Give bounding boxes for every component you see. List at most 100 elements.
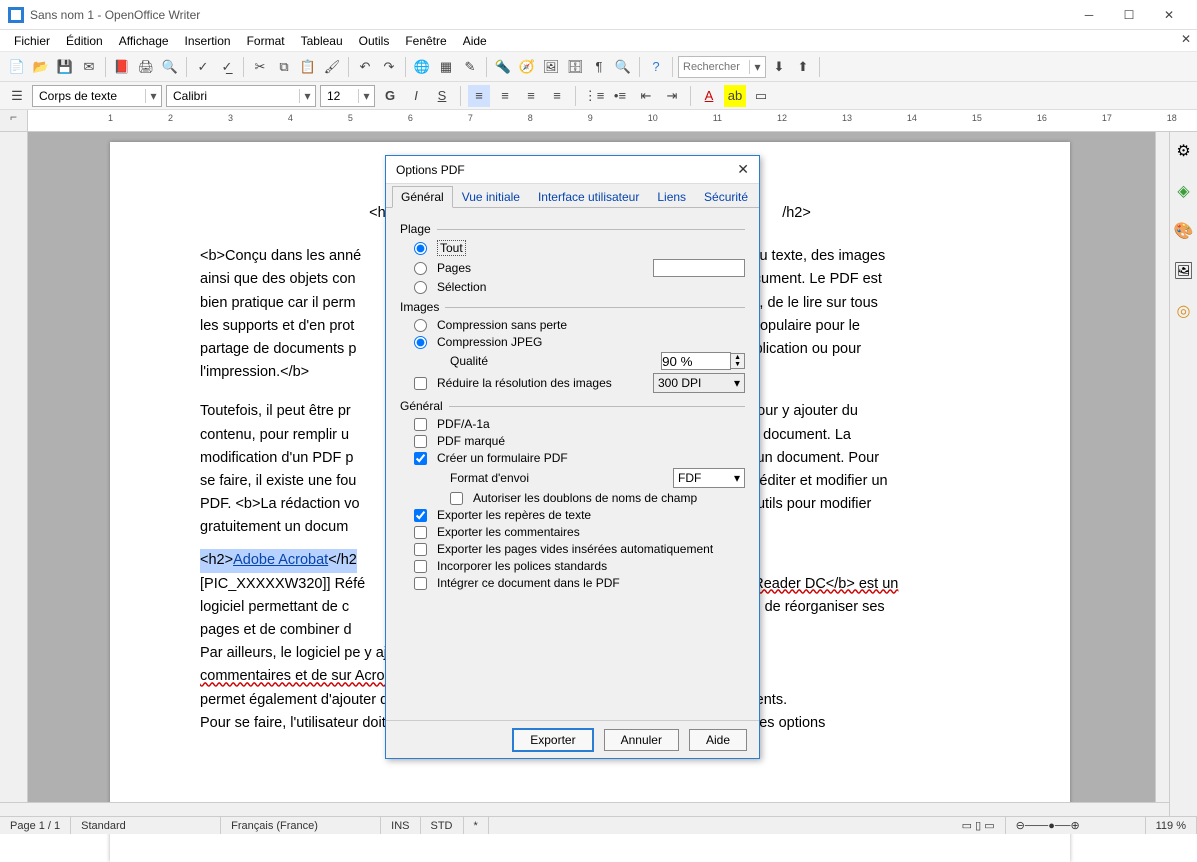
align-left-icon[interactable]: ≡: [468, 85, 490, 107]
cut-icon[interactable]: ✂: [249, 56, 271, 78]
tab-initial-view[interactable]: Vue initiale: [453, 186, 529, 208]
find-prev-icon[interactable]: ⬆: [792, 56, 814, 78]
find-icon[interactable]: 🔦: [492, 56, 514, 78]
chk-embed-fonts[interactable]: [414, 560, 427, 573]
zoom-slider[interactable]: ⊖───●──⊕: [1006, 817, 1146, 834]
link-adobe-acrobat[interactable]: Adobe Acrobat: [233, 552, 328, 568]
quality-spinner[interactable]: ▲▼: [661, 352, 745, 370]
underline-icon[interactable]: S: [431, 85, 453, 107]
preview-icon[interactable]: 🔍: [159, 56, 181, 78]
pages-input[interactable]: [653, 259, 745, 277]
paragraph-style-combo[interactable]: Corps de texte▾: [32, 85, 162, 107]
chk-empty-pages[interactable]: [414, 543, 427, 556]
search-box[interactable]: ▾: [678, 56, 766, 78]
align-justify-icon[interactable]: ≡: [546, 85, 568, 107]
table-icon[interactable]: ▦: [435, 56, 457, 78]
status-view-icons[interactable]: ▭ ▯ ▭: [952, 817, 1006, 834]
find-next-icon[interactable]: ⬇: [768, 56, 790, 78]
autospell-icon[interactable]: ✓̲: [216, 56, 238, 78]
brush-icon[interactable]: 🖌: [321, 56, 343, 78]
font-color-icon[interactable]: A: [698, 85, 720, 107]
tab-links[interactable]: Liens: [648, 186, 695, 208]
status-std[interactable]: STD: [421, 817, 464, 834]
close-button[interactable]: ✕: [1149, 0, 1189, 30]
chk-reduce-res[interactable]: [414, 377, 427, 390]
save-icon[interactable]: 💾: [54, 56, 76, 78]
sidebar-navigator-icon[interactable]: ◎: [1173, 300, 1195, 322]
font-combo[interactable]: Calibri▾: [166, 85, 316, 107]
status-zoom[interactable]: 119 %: [1146, 817, 1197, 834]
email-icon[interactable]: ✉: [78, 56, 100, 78]
menu-aide[interactable]: Aide: [455, 32, 495, 50]
minimize-button[interactable]: ─: [1069, 0, 1109, 30]
cancel-button[interactable]: Annuler: [604, 729, 679, 751]
sidebar-3d-icon[interactable]: ◈: [1173, 180, 1195, 202]
highlight-icon[interactable]: ab: [724, 85, 746, 107]
align-center-icon[interactable]: ≡: [494, 85, 516, 107]
styles-icon[interactable]: ☰: [6, 85, 28, 107]
redo-icon[interactable]: ↷: [378, 56, 400, 78]
sidebar-styles-icon[interactable]: 🎨: [1173, 220, 1195, 242]
menu-insertion[interactable]: Insertion: [177, 32, 239, 50]
radio-pages[interactable]: [414, 262, 427, 275]
print-icon[interactable]: 🖨: [135, 56, 157, 78]
nonprint-icon[interactable]: ¶: [588, 56, 610, 78]
open-icon[interactable]: 📂: [30, 56, 52, 78]
vertical-scrollbar[interactable]: [1155, 132, 1169, 802]
zoom-icon[interactable]: 🔍: [612, 56, 634, 78]
help-button[interactable]: Aide: [689, 729, 747, 751]
menu-tableau[interactable]: Tableau: [293, 32, 351, 50]
bold-icon[interactable]: G: [379, 85, 401, 107]
font-size-combo[interactable]: 12▾: [320, 85, 375, 107]
indent-dec-icon[interactable]: ⇤: [635, 85, 657, 107]
copy-icon[interactable]: ⧉: [273, 56, 295, 78]
menu-format[interactable]: Format: [239, 32, 293, 50]
maximize-button[interactable]: ☐: [1109, 0, 1149, 30]
chk-embed-doc[interactable]: [414, 577, 427, 590]
list-bullet-icon[interactable]: •≡: [609, 85, 631, 107]
hyperlink-icon[interactable]: 🌐: [411, 56, 433, 78]
draw-icon[interactable]: ✎: [459, 56, 481, 78]
tab-security[interactable]: Sécurité: [695, 186, 757, 208]
italic-icon[interactable]: I: [405, 85, 427, 107]
format-select[interactable]: FDF▾: [673, 468, 745, 488]
dialog-close-icon[interactable]: ✕: [737, 161, 749, 178]
chk-comments[interactable]: [414, 526, 427, 539]
radio-selection[interactable]: [414, 281, 427, 294]
help-icon[interactable]: ?: [645, 56, 667, 78]
menu-outils[interactable]: Outils: [351, 32, 398, 50]
menu-fichier[interactable]: Fichier: [6, 32, 58, 50]
spellcheck-icon[interactable]: ✓: [192, 56, 214, 78]
align-right-icon[interactable]: ≡: [520, 85, 542, 107]
tab-general[interactable]: Général: [392, 186, 453, 208]
navigator-icon[interactable]: 🧭: [516, 56, 538, 78]
radio-jpeg[interactable]: [414, 336, 427, 349]
tab-user-interface[interactable]: Interface utilisateur: [529, 186, 648, 208]
chk-tagged[interactable]: [414, 435, 427, 448]
radio-lossless[interactable]: [414, 319, 427, 332]
new-doc-icon[interactable]: 📄: [6, 56, 28, 78]
menu-fenetre[interactable]: Fenêtre: [397, 32, 454, 50]
undo-icon[interactable]: ↶: [354, 56, 376, 78]
status-ins[interactable]: INS: [381, 817, 420, 834]
sidebar-properties-icon[interactable]: ⚙: [1173, 140, 1195, 162]
chk-form[interactable]: [414, 452, 427, 465]
status-lang[interactable]: Français (France): [221, 817, 381, 834]
radio-all[interactable]: [414, 242, 427, 255]
export-button[interactable]: Exporter: [512, 728, 593, 752]
list-num-icon[interactable]: ⋮≡: [583, 85, 605, 107]
datasource-icon[interactable]: 🗄: [564, 56, 586, 78]
paste-icon[interactable]: 📋: [297, 56, 319, 78]
chk-pdfa[interactable]: [414, 418, 427, 431]
close-doc-icon[interactable]: ✕: [1181, 32, 1191, 46]
search-dropdown-icon[interactable]: ▾: [749, 60, 765, 74]
chk-dup-names[interactable]: [450, 492, 463, 505]
horizontal-scrollbar[interactable]: [0, 802, 1169, 816]
search-input[interactable]: [679, 61, 749, 73]
indent-inc-icon[interactable]: ⇥: [661, 85, 683, 107]
dialog-title-bar[interactable]: Options PDF ✕: [386, 156, 759, 184]
export-pdf-icon[interactable]: 📕: [111, 56, 133, 78]
chk-bookmarks[interactable]: [414, 509, 427, 522]
gallery-icon[interactable]: 🖼: [540, 56, 562, 78]
sidebar-gallery-icon[interactable]: 🖼: [1173, 260, 1195, 282]
